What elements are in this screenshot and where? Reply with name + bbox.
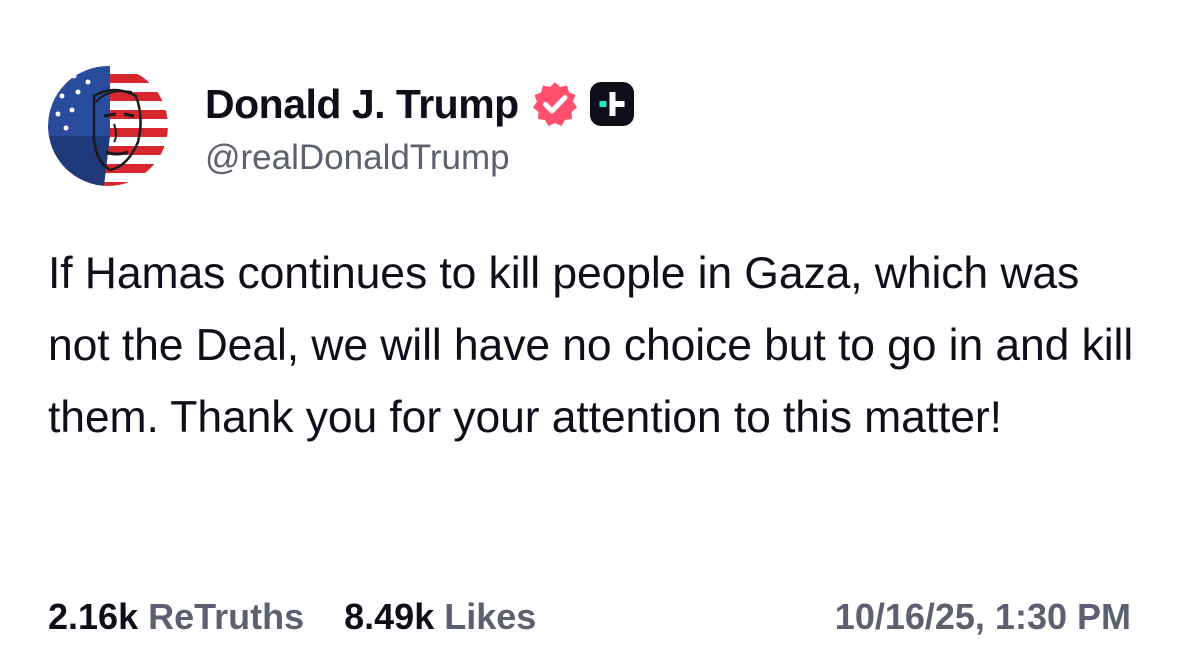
- post-stats: 2.16k ReTruths 8.49k Likes 10/16/25, 1:3…: [48, 596, 1131, 638]
- name-row: Donald J. Trump: [205, 76, 635, 132]
- truth-post: Donald J. Trump @realDonaldTrump If Hama…: [0, 0, 1179, 665]
- retruths-label: ReTruths: [148, 596, 305, 637]
- retruths-count: 2.16k: [48, 596, 139, 637]
- post-header: Donald J. Trump @realDonaldTrump: [205, 76, 635, 178]
- user-handle[interactable]: @realDonaldTrump: [205, 138, 635, 178]
- verified-badge-icon: [531, 80, 579, 128]
- likes-count: 8.49k: [344, 596, 435, 637]
- post-text: If Hamas continues to kill people in Gaz…: [48, 249, 1134, 442]
- likes-stat[interactable]: 8.49k Likes: [344, 596, 536, 638]
- display-name[interactable]: Donald J. Trump: [205, 81, 519, 128]
- post-timestamp[interactable]: 10/16/25, 1:30 PM: [835, 596, 1131, 638]
- likes-label: Likes: [444, 596, 537, 637]
- retruths-stat[interactable]: 2.16k ReTruths: [48, 596, 304, 638]
- plus-badge-icon: [589, 81, 635, 127]
- flag-portrait-avatar-icon: [48, 66, 168, 186]
- avatar[interactable]: [48, 66, 168, 186]
